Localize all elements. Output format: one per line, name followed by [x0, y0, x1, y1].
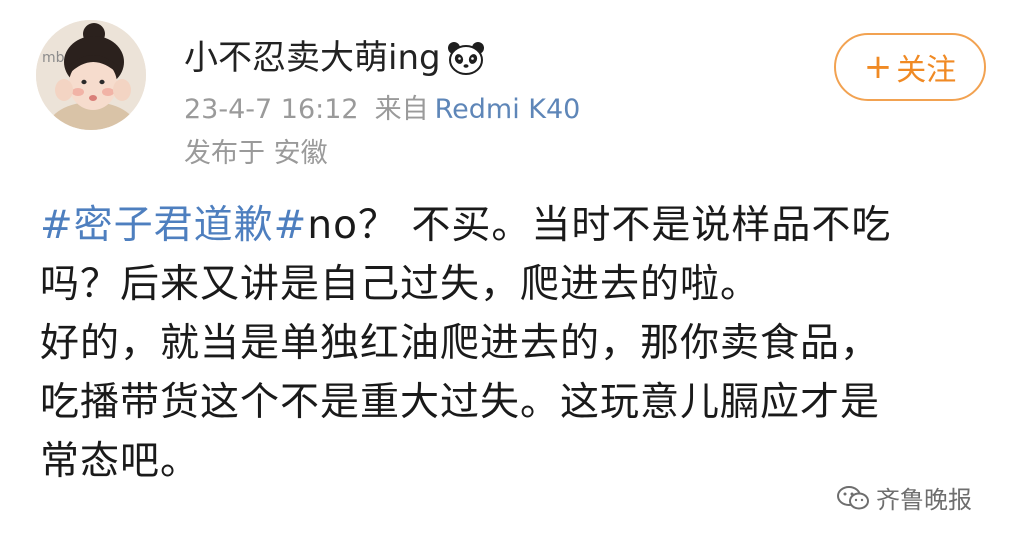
device-link[interactable]: Redmi K40: [435, 94, 581, 125]
avatar-photo-icon: mb: [36, 20, 146, 130]
post-line: 好的，就当是单独红油爬进去的，那你卖食品，: [40, 321, 881, 366]
svg-text:mb: mb: [42, 50, 65, 66]
watermark: 齐鲁晚报: [836, 480, 972, 515]
plus-icon: +: [863, 47, 893, 87]
post-line: 吗？后来又讲是自己过失，爬进去的啦。: [40, 262, 761, 307]
source-prefix: 来自: [374, 94, 429, 125]
username[interactable]: 小不忍卖大萌ing: [184, 36, 485, 80]
follow-button-label: 关注: [896, 53, 957, 88]
avatar[interactable]: mb: [36, 20, 146, 130]
post-meta: 23-4-7 16:12 来自 Redmi K40: [184, 92, 580, 128]
post-line: #密子君道歉#no？ 不买。当时不是说样品不吃: [40, 196, 990, 255]
post-body: #密子君道歉#no？ 不买。当时不是说样品不吃 吗？后来又讲是自己过失，爬进去的…: [40, 196, 990, 491]
panda-icon: [447, 42, 484, 75]
post-location: 发布于 安徽: [184, 138, 328, 169]
post-line: 吃播带货这个不是重大过失。这玩意儿膈应才是: [40, 380, 881, 425]
watermark-label: 齐鲁晚报: [876, 486, 972, 514]
follow-button[interactable]: + 关注: [834, 33, 986, 101]
post-time: 23-4-7 16:12: [184, 94, 359, 125]
username-text: 小不忍卖大萌ing: [184, 38, 441, 78]
hashtag-link[interactable]: #密子君道歉#: [40, 203, 307, 248]
wechat-icon: [837, 485, 869, 509]
weibo-post: mb 小不忍卖大萌ing 23-4-7 16:12 来自 Redmi K40 发…: [0, 0, 1024, 544]
post-text: no？ 不买。当时不是说样品不吃: [307, 203, 892, 248]
